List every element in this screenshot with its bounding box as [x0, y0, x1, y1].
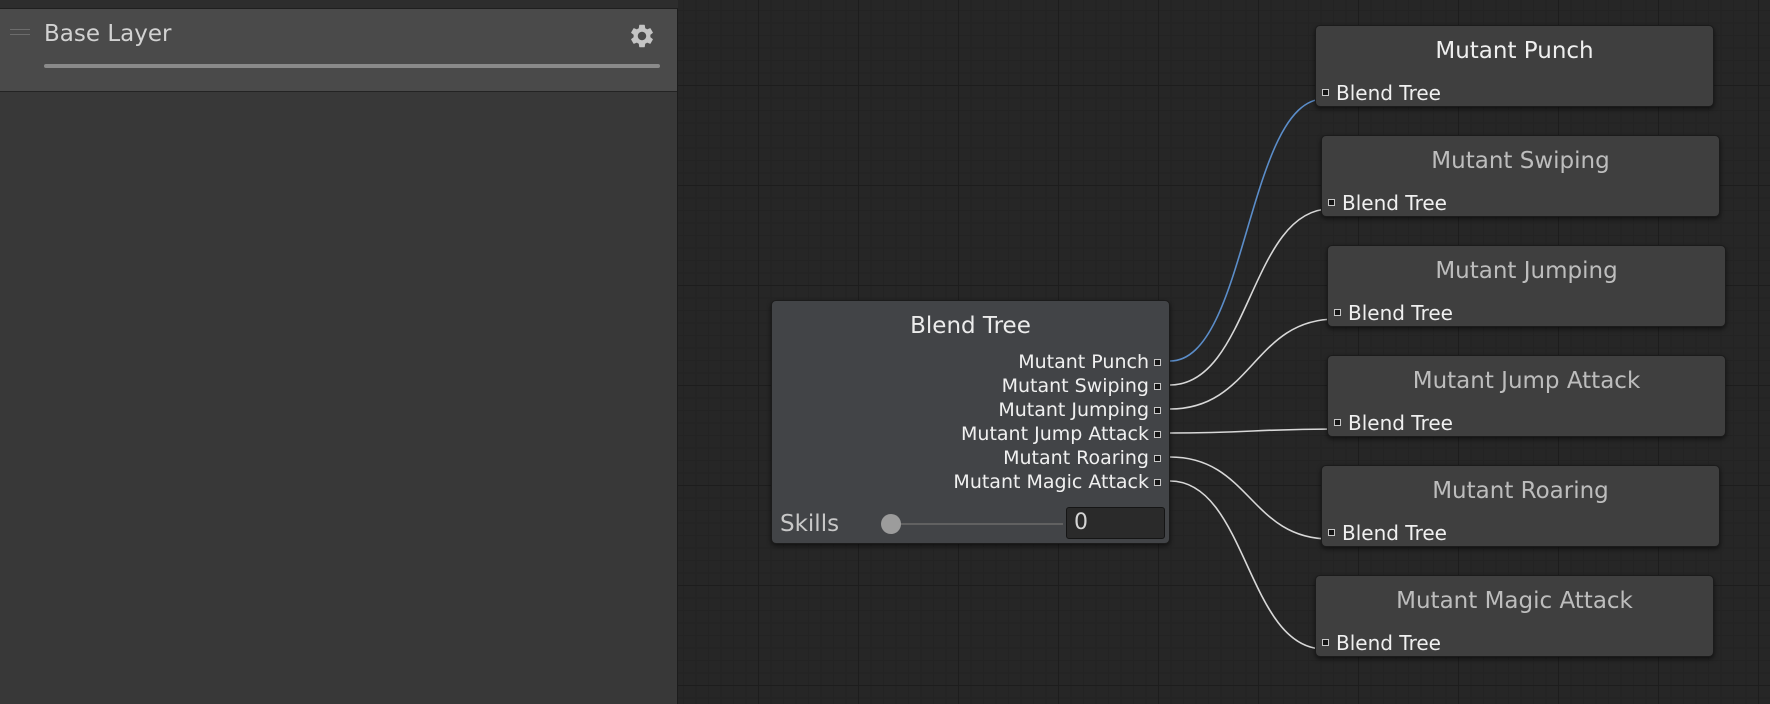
output-row-mutant-roaring: Mutant Roaring: [1003, 447, 1149, 469]
output-row-mutant-magic-attack: Mutant Magic Attack: [953, 471, 1149, 493]
input-port[interactable]: [1328, 529, 1335, 536]
panel-top-bar: [0, 0, 678, 9]
motion-node-title: Mutant Punch: [1435, 38, 1594, 64]
output-port-mutant-jump-attack[interactable]: [1154, 431, 1161, 438]
input-port[interactable]: [1322, 639, 1329, 646]
motion-node-title: Mutant Swiping: [1431, 148, 1610, 174]
gear-icon[interactable]: [628, 22, 656, 50]
output-port-mutant-magic-attack[interactable]: [1154, 479, 1161, 486]
blend-tree-title: Blend Tree: [910, 313, 1031, 339]
layer-row-base-layer[interactable]: Base Layer: [0, 9, 677, 92]
motion-node-title: Mutant Magic Attack: [1396, 588, 1633, 614]
motion-node-mutant-roaring[interactable]: Mutant Roaring Blend Tree: [1321, 465, 1720, 547]
output-port-mutant-jumping[interactable]: [1154, 407, 1161, 414]
input-label: Blend Tree: [1342, 521, 1447, 545]
motion-node-mutant-jumping[interactable]: Mutant Jumping Blend Tree: [1327, 245, 1726, 327]
input-port[interactable]: [1328, 199, 1335, 206]
drag-handle-icon[interactable]: [10, 29, 30, 39]
layers-panel: Base Layer: [0, 0, 678, 704]
motion-node-mutant-jump-attack[interactable]: Mutant Jump Attack Blend Tree: [1327, 355, 1726, 437]
output-row-mutant-punch: Mutant Punch: [1018, 351, 1149, 373]
parameter-value-field[interactable]: 0: [1066, 507, 1165, 539]
input-port[interactable]: [1334, 309, 1341, 316]
input-label: Blend Tree: [1348, 301, 1453, 325]
input-label: Blend Tree: [1336, 631, 1441, 655]
input-label: Blend Tree: [1348, 411, 1453, 435]
input-port[interactable]: [1334, 419, 1341, 426]
motion-node-title: Mutant Jump Attack: [1412, 368, 1641, 394]
input-port[interactable]: [1322, 89, 1329, 96]
parameter-label: Skills: [780, 511, 840, 537]
input-label: Blend Tree: [1342, 191, 1447, 215]
layer-weight-bar: [44, 64, 660, 68]
motion-node-title: Mutant Jumping: [1435, 258, 1618, 284]
motion-node-mutant-swiping[interactable]: Mutant Swiping Blend Tree: [1321, 135, 1720, 217]
output-row-mutant-swiping: Mutant Swiping: [1001, 375, 1149, 397]
motion-node-mutant-punch[interactable]: Mutant Punch Blend Tree: [1315, 25, 1714, 107]
blend-tree-node[interactable]: Blend Tree Mutant Punch Mutant Swiping Mut…: [771, 300, 1170, 544]
layer-name: Base Layer: [44, 21, 172, 47]
parameter-slider-track[interactable]: [891, 523, 1063, 525]
output-row-mutant-jump-attack: Mutant Jump Attack: [961, 423, 1149, 445]
output-port-mutant-roaring[interactable]: [1154, 455, 1161, 462]
output-row-mutant-jumping: Mutant Jumping: [998, 399, 1149, 421]
output-port-mutant-swiping[interactable]: [1154, 383, 1161, 390]
input-label: Blend Tree: [1336, 81, 1441, 105]
parameter-slider-knob[interactable]: [881, 514, 901, 534]
motion-node-mutant-magic-attack[interactable]: Mutant Magic Attack Blend Tree: [1315, 575, 1714, 657]
output-port-mutant-punch[interactable]: [1154, 359, 1161, 366]
motion-node-title: Mutant Roaring: [1432, 478, 1609, 504]
